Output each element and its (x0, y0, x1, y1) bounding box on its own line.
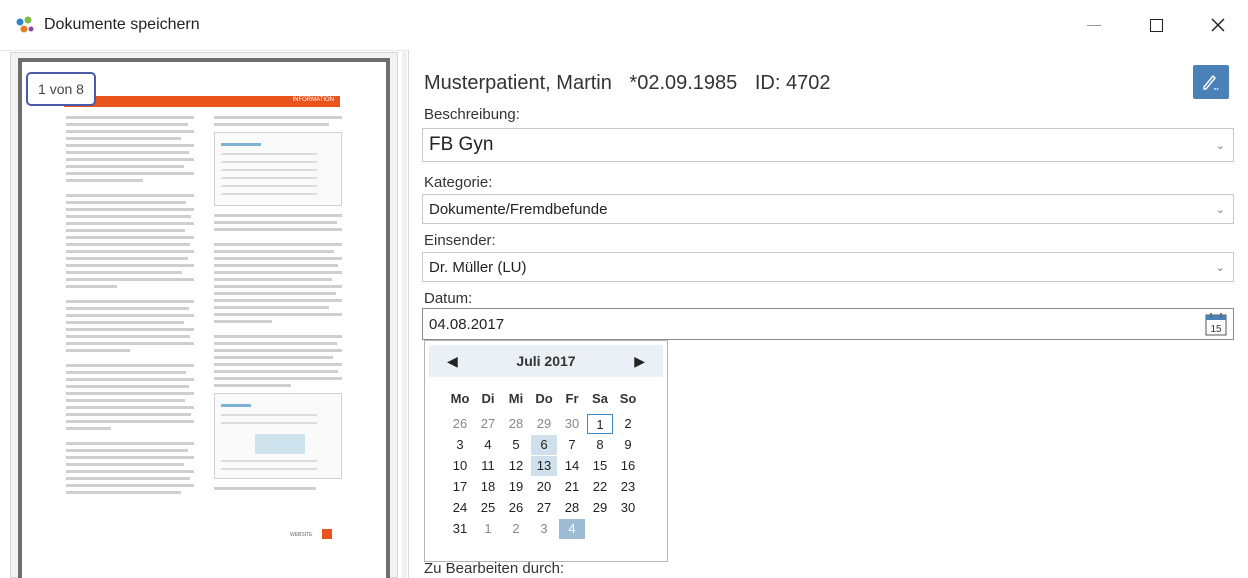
calendar-day[interactable]: 28 (559, 498, 585, 518)
datum-value: 04.08.2017 (429, 315, 505, 333)
document-header-bar: INFORMATION (64, 96, 340, 107)
calendar-day[interactable]: 11 (475, 456, 501, 476)
pane-splitter[interactable] (402, 50, 407, 578)
beschreibung-combobox[interactable]: FB Gyn ⌄ (422, 128, 1234, 162)
chevron-down-icon: ⌄ (1215, 261, 1225, 274)
weekday-header: Di (481, 391, 495, 406)
patient-birthdate: *02.09.1985 (629, 72, 738, 94)
calendar-month-label[interactable]: Juli 2017 (429, 353, 663, 369)
calendar-day[interactable]: 29 (587, 498, 613, 518)
calendar-day[interactable]: 23 (615, 477, 641, 497)
weekday-header: Do (535, 391, 553, 406)
chevron-down-icon: ⌄ (1215, 203, 1225, 216)
einsender-label: Einsender: (424, 232, 496, 249)
patient-id: ID: 4702 (754, 72, 831, 94)
calendar-day[interactable]: 7 (559, 435, 585, 455)
next-month-button[interactable]: ▶ (634, 353, 645, 370)
document-text-column-right (214, 116, 342, 494)
title-bar: Dokumente speichern (0, 0, 1248, 51)
calendar-day[interactable]: 4 (475, 435, 501, 455)
weekday-header: Sa (592, 391, 608, 406)
document-screenshot-thumbnail (214, 132, 342, 206)
weekday-header: Fr (565, 391, 579, 406)
calendar-day[interactable]: 3 (447, 435, 473, 455)
app-logo-icon (16, 16, 34, 33)
datum-label: Datum: (424, 290, 473, 307)
calendar-day[interactable]: 16 (615, 456, 641, 476)
einsender-combobox[interactable]: Dr. Müller (LU) ⌄ (422, 252, 1234, 282)
calendar-day[interactable]: 1 (587, 414, 613, 434)
calendar-day[interactable]: 5 (503, 435, 529, 455)
calendar-day[interactable]: 27 (475, 414, 501, 434)
einsender-value: Dr. Müller (LU) (429, 258, 527, 276)
calendar-day[interactable]: 6 (531, 435, 557, 455)
minimize-icon (1087, 24, 1101, 26)
calendar-day[interactable]: 24 (447, 498, 473, 518)
calendar-day[interactable]: 29 (531, 414, 557, 434)
calendar-day[interactable]: 22 (587, 477, 613, 497)
calendar-15-icon[interactable]: 15 (1205, 312, 1227, 336)
calendar-header: ◀ Juli 2017 ▶ (429, 345, 663, 377)
calendar-day[interactable]: 3 (531, 519, 557, 539)
document-screenshot-thumbnail (214, 393, 342, 479)
kategorie-value: Dokumente/Fremdbefunde (429, 200, 608, 218)
calendar-day[interactable]: 20 (531, 477, 557, 497)
maximize-button[interactable] (1126, 0, 1186, 50)
weekday-header: So (619, 391, 637, 406)
calendar-day[interactable]: 26 (503, 498, 529, 518)
chevron-down-icon: ⌄ (1215, 139, 1225, 152)
calendar-day[interactable]: 2 (615, 414, 641, 434)
kategorie-combobox[interactable]: Dokumente/Fremdbefunde ⌄ (422, 194, 1234, 224)
datum-date-picker[interactable]: 04.08.2017 15 (422, 308, 1234, 340)
calendar-day[interactable]: 17 (447, 477, 473, 497)
calendar-day[interactable]: 1 (475, 519, 501, 539)
weekday-header: Mi (508, 391, 524, 406)
document-text-column-left (66, 116, 194, 498)
patient-name: Musterpatient, Martin (424, 72, 612, 94)
calendar-day[interactable]: 18 (475, 477, 501, 497)
calendar-day[interactable]: 26 (447, 414, 473, 434)
calendar-day[interactable]: 27 (531, 498, 557, 518)
calendar-day[interactable]: 8 (587, 435, 613, 455)
calendar-day[interactable]: 30 (615, 498, 641, 518)
calendar-day[interactable]: 21 (559, 477, 585, 497)
calendar-day[interactable]: 15 (587, 456, 613, 476)
weekday-header: Mo (450, 391, 470, 406)
close-icon (1211, 18, 1225, 32)
close-button[interactable] (1188, 0, 1248, 50)
calendar-day[interactable]: 2 (503, 519, 529, 539)
calendar-popup[interactable]: ◀ Juli 2017 ▶ Mo Di Mi Do Fr Sa So 26 27 28 29 30 1 2… (424, 340, 668, 562)
calendar-day[interactable]: 10 (447, 456, 473, 476)
calendar-day[interactable]: 12 (503, 456, 529, 476)
patient-header: Musterpatient, Martin *02.09.1985 ID: 47… (424, 72, 842, 95)
calendar-day[interactable]: 31 (447, 519, 473, 539)
calendar-day[interactable]: 9 (615, 435, 641, 455)
calendar-day[interactable]: 30 (559, 414, 585, 434)
calendar-day[interactable]: 19 (503, 477, 529, 497)
calendar-day[interactable]: 4 (559, 519, 585, 539)
maximize-icon (1149, 18, 1163, 32)
calendar-day[interactable]: 14 (559, 456, 585, 476)
edit-patient-button[interactable] (1193, 65, 1229, 99)
minimize-button[interactable] (1064, 0, 1124, 50)
document-page-number-box (322, 529, 332, 539)
page-counter-badge: 1 von 8 (26, 72, 96, 106)
calendar-day[interactable]: 25 (475, 498, 501, 518)
beschreibung-label: Beschreibung: (424, 106, 520, 123)
window-title: Dokumente speichern (44, 16, 200, 33)
calendar-day[interactable]: 28 (503, 414, 529, 434)
document-header-tag: INFORMATION (292, 97, 334, 103)
beschreibung-value: FB Gyn (429, 134, 494, 155)
document-footer-tag: WEBSITE (290, 532, 313, 538)
document-page-preview[interactable]: INFORMATION WEBSITE (18, 58, 390, 578)
zu-bearbeiten-label: Zu Bearbeiten durch: (424, 560, 565, 577)
svg-text:15: 15 (1210, 324, 1222, 335)
pencil-edit-icon (1203, 74, 1219, 90)
calendar-day[interactable]: 13 (531, 456, 557, 476)
kategorie-label: Kategorie: (424, 174, 493, 191)
